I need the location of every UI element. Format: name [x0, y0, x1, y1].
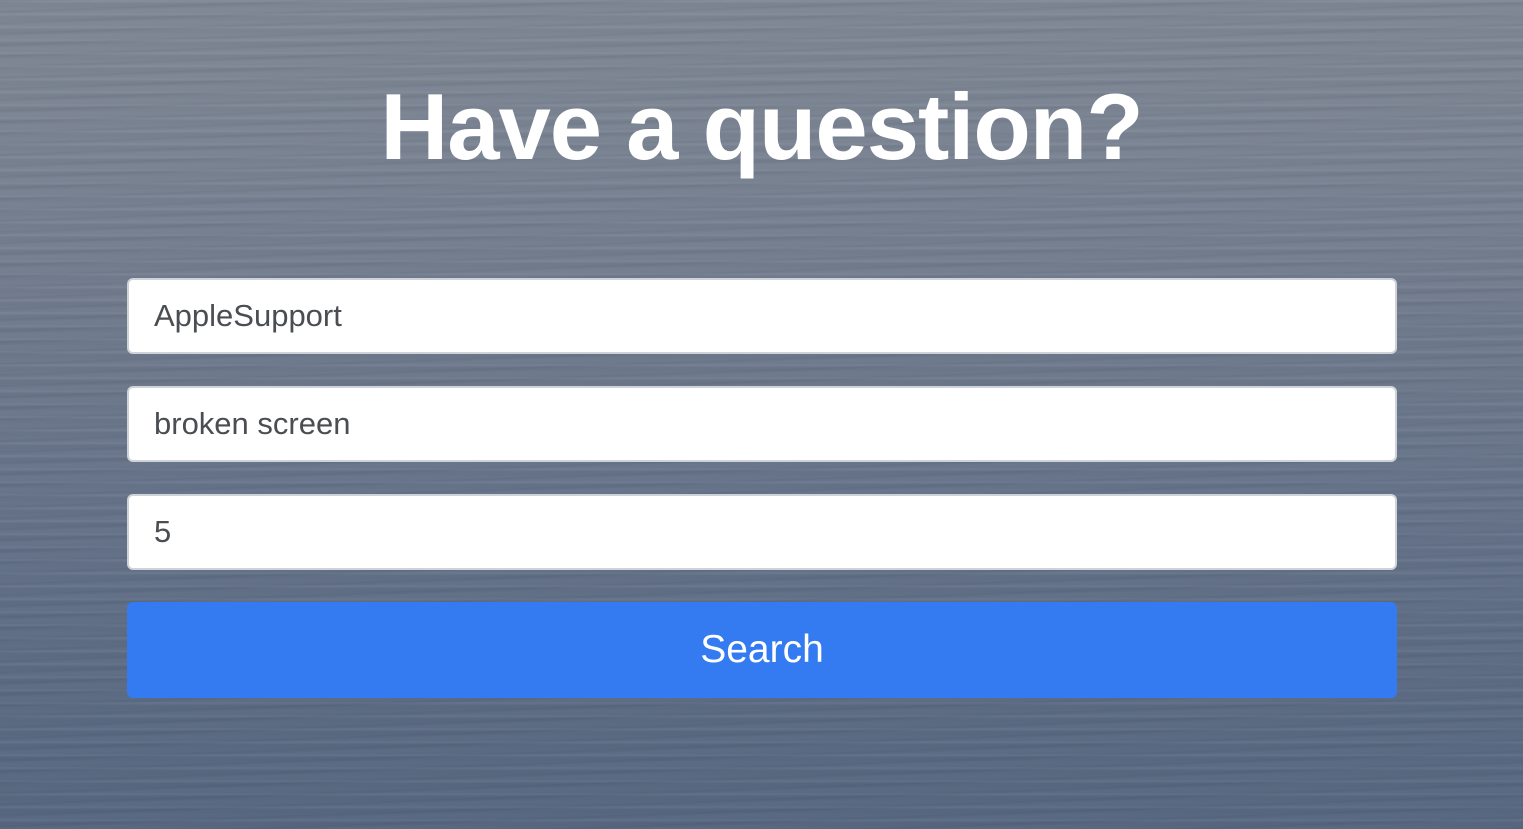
count-input[interactable] — [127, 494, 1397, 570]
page-title: Have a question? — [380, 74, 1143, 179]
search-button[interactable]: Search — [127, 602, 1397, 698]
hero-section: Have a question? Search — [0, 0, 1523, 829]
account-input[interactable] — [127, 278, 1397, 354]
search-form: Search — [127, 278, 1397, 698]
query-input[interactable] — [127, 386, 1397, 462]
